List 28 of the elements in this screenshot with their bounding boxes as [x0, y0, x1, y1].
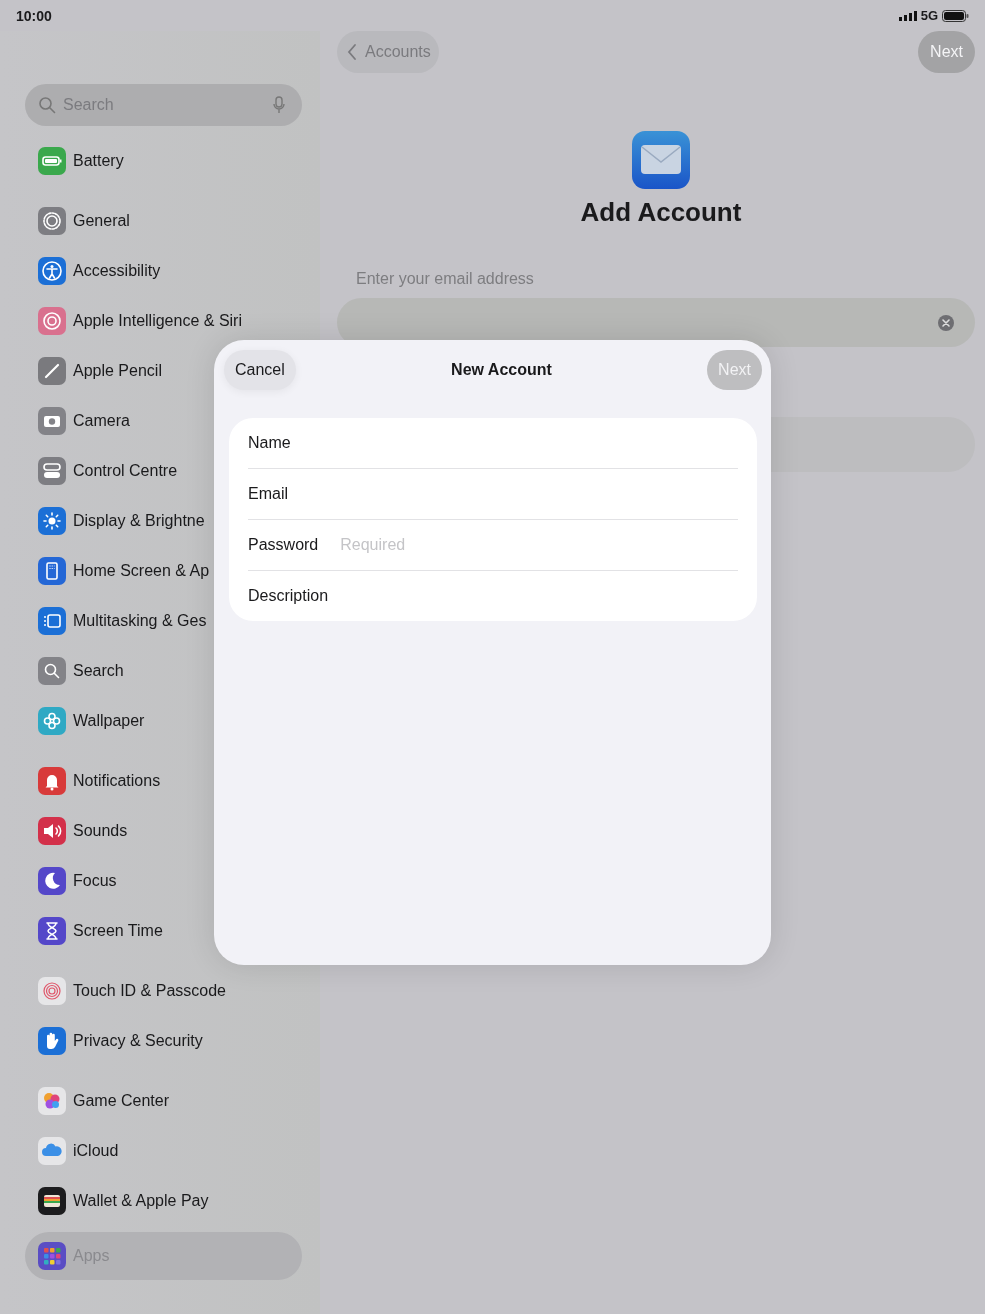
- envelope-icon: [632, 131, 690, 189]
- page-title: Add Account: [580, 197, 742, 228]
- signal-icon: [898, 10, 917, 21]
- field-label: Password: [248, 536, 319, 554]
- settings-item[interactable]: Wallet & Apple Pay: [25, 1176, 320, 1226]
- app-grid-icon: [38, 1242, 66, 1270]
- field-label: Description: [248, 587, 329, 605]
- network-label: 5G: [920, 8, 938, 23]
- settings-item[interactable]: Touch ID & Passcode: [25, 966, 320, 1016]
- field-label: Enter your email address: [356, 270, 535, 288]
- sheet-title: New Account: [451, 361, 552, 379]
- battery-icon: [942, 9, 969, 22]
- settings-item[interactable]: Battery: [25, 136, 320, 186]
- search-icon: [38, 96, 56, 114]
- field-label: Email: [248, 485, 288, 503]
- settings-item[interactable]: Accessibility: [25, 246, 320, 296]
- field-label: Name: [248, 434, 291, 452]
- status-time: 10:00: [16, 7, 52, 24]
- cancel-button[interactable]: Cancel: [224, 350, 296, 390]
- settings-item[interactable]: Privacy & Security: [25, 1016, 320, 1066]
- microphone-icon[interactable]: [273, 96, 285, 114]
- settings-item[interactable]: iCloud: [25, 1126, 320, 1176]
- settings-item[interactable]: Game Center: [25, 1076, 320, 1126]
- settings-item[interactable]: General: [25, 196, 320, 246]
- chevron-left-icon: [347, 43, 357, 61]
- clear-icon[interactable]: [938, 314, 954, 331]
- settings-item[interactable]: Apple Intelligence & Siri: [25, 296, 320, 346]
- text-field[interactable]: Required: [338, 535, 738, 555]
